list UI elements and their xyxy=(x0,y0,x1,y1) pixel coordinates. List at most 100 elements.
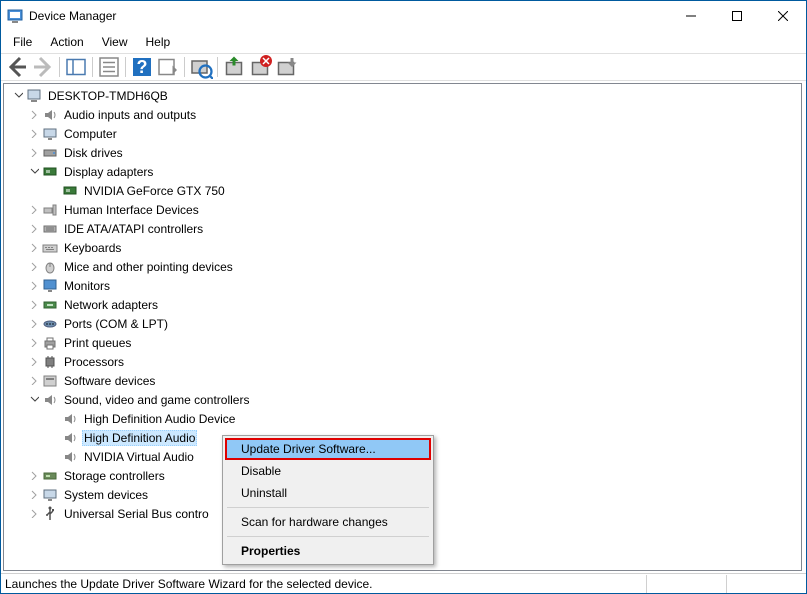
tree-node-root[interactable]: DESKTOP-TMDH6QB xyxy=(6,86,799,105)
node-label: Processors xyxy=(62,354,126,370)
monitor-icon xyxy=(42,278,58,294)
tree-node-ports[interactable]: Ports (COM & LPT) xyxy=(6,314,799,333)
tree-node-processors[interactable]: Processors xyxy=(6,352,799,371)
system-icon xyxy=(42,487,58,503)
expander-icon[interactable] xyxy=(26,202,42,218)
tree-node-software[interactable]: Software devices xyxy=(6,371,799,390)
expander-icon[interactable] xyxy=(26,373,42,389)
speaker-icon xyxy=(62,449,78,465)
action-button[interactable] xyxy=(156,55,180,79)
expander-icon[interactable] xyxy=(26,164,42,180)
menu-view[interactable]: View xyxy=(94,33,136,51)
menu-action[interactable]: Action xyxy=(42,33,91,51)
uninstall-button[interactable] xyxy=(248,55,272,79)
node-label: Print queues xyxy=(62,335,133,351)
menubar: File Action View Help xyxy=(1,31,806,53)
app-icon xyxy=(7,8,23,24)
tree-node-mice[interactable]: Mice and other pointing devices xyxy=(6,257,799,276)
tree-node-computer[interactable]: Computer xyxy=(6,124,799,143)
tree-node-keyboards[interactable]: Keyboards xyxy=(6,238,799,257)
expander-icon[interactable] xyxy=(26,316,42,332)
mouse-icon xyxy=(42,259,58,275)
node-label: Software devices xyxy=(62,373,157,389)
expander-icon[interactable] xyxy=(26,126,42,142)
cm-separator xyxy=(227,507,429,508)
ports-icon xyxy=(42,316,58,332)
node-label: Audio inputs and outputs xyxy=(62,107,198,123)
node-label: Network adapters xyxy=(62,297,160,313)
maximize-button[interactable] xyxy=(714,1,760,31)
menu-file[interactable]: File xyxy=(5,33,40,51)
speaker-icon xyxy=(42,392,58,408)
expander-icon[interactable] xyxy=(26,145,42,161)
node-label: Mice and other pointing devices xyxy=(62,259,235,275)
cm-update-driver[interactable]: Update Driver Software... xyxy=(225,438,431,460)
tree-node-nvidia-gpu[interactable]: NVIDIA GeForce GTX 750 xyxy=(6,181,799,200)
tree-node-hd-audio-1[interactable]: High Definition Audio Device xyxy=(6,409,799,428)
close-button[interactable] xyxy=(760,1,806,31)
expander-icon[interactable] xyxy=(26,259,42,275)
tree-node-disks[interactable]: Disk drives xyxy=(6,143,799,162)
minimize-button[interactable] xyxy=(668,1,714,31)
window-title: Device Manager xyxy=(29,9,668,23)
expander-icon[interactable] xyxy=(26,240,42,256)
forward-button[interactable] xyxy=(31,55,55,79)
keyboard-icon xyxy=(42,240,58,256)
expander-icon[interactable] xyxy=(26,506,42,522)
expander-icon[interactable] xyxy=(26,487,42,503)
display-adapter-icon xyxy=(42,164,58,180)
expander-spacer xyxy=(46,430,62,446)
cm-scan[interactable]: Scan for hardware changes xyxy=(225,511,431,533)
scan-hardware-button[interactable] xyxy=(189,55,213,79)
svg-text:?: ? xyxy=(137,57,148,77)
node-label: NVIDIA Virtual Audio xyxy=(82,449,196,465)
tree-node-printq[interactable]: Print queues xyxy=(6,333,799,352)
node-label: High Definition Audio Device xyxy=(82,411,237,427)
expander-icon[interactable] xyxy=(26,297,42,313)
tree-node-sound[interactable]: Sound, video and game controllers xyxy=(6,390,799,409)
computer-icon xyxy=(26,88,42,104)
back-button[interactable] xyxy=(5,55,29,79)
titlebar: Device Manager xyxy=(1,1,806,31)
statusbar: Launches the Update Driver Software Wiza… xyxy=(1,573,806,593)
node-label: Storage controllers xyxy=(62,468,167,484)
cm-disable[interactable]: Disable xyxy=(225,460,431,482)
tree-node-network[interactable]: Network adapters xyxy=(6,295,799,314)
properties-button[interactable] xyxy=(97,55,121,79)
show-hide-tree-button[interactable] xyxy=(64,55,88,79)
node-label: Keyboards xyxy=(62,240,123,256)
tree-node-monitors[interactable]: Monitors xyxy=(6,276,799,295)
help-button[interactable]: ? xyxy=(130,55,154,79)
printer-icon xyxy=(42,335,58,351)
node-label: NVIDIA GeForce GTX 750 xyxy=(82,183,227,199)
node-label: DESKTOP-TMDH6QB xyxy=(46,88,170,104)
node-label: Universal Serial Bus contro xyxy=(62,506,211,522)
disable-button[interactable] xyxy=(274,55,298,79)
cm-uninstall[interactable]: Uninstall xyxy=(225,482,431,504)
storage-icon xyxy=(42,468,58,484)
expander-icon[interactable] xyxy=(26,468,42,484)
tree-node-display[interactable]: Display adapters xyxy=(6,162,799,181)
expander-icon[interactable] xyxy=(10,88,26,104)
display-adapter-icon xyxy=(62,183,78,199)
expander-icon[interactable] xyxy=(26,335,42,351)
network-icon xyxy=(42,297,58,313)
tree-node-audio-inputs[interactable]: Audio inputs and outputs xyxy=(6,105,799,124)
node-label: Disk drives xyxy=(62,145,125,161)
expander-icon[interactable] xyxy=(26,278,42,294)
node-label: Sound, video and game controllers xyxy=(62,392,251,408)
expander-icon[interactable] xyxy=(26,354,42,370)
node-label: Display adapters xyxy=(62,164,155,180)
software-icon xyxy=(42,373,58,389)
speaker-icon xyxy=(62,411,78,427)
cm-separator xyxy=(227,536,429,537)
expander-icon[interactable] xyxy=(26,107,42,123)
expander-icon[interactable] xyxy=(26,221,42,237)
update-driver-button[interactable] xyxy=(222,55,246,79)
tree-node-hid[interactable]: Human Interface Devices xyxy=(6,200,799,219)
cm-properties[interactable]: Properties xyxy=(225,540,431,562)
expander-icon[interactable] xyxy=(26,392,42,408)
tree-node-ide[interactable]: IDE ATA/ATAPI controllers xyxy=(6,219,799,238)
speaker-icon xyxy=(42,107,58,123)
menu-help[interactable]: Help xyxy=(138,33,179,51)
